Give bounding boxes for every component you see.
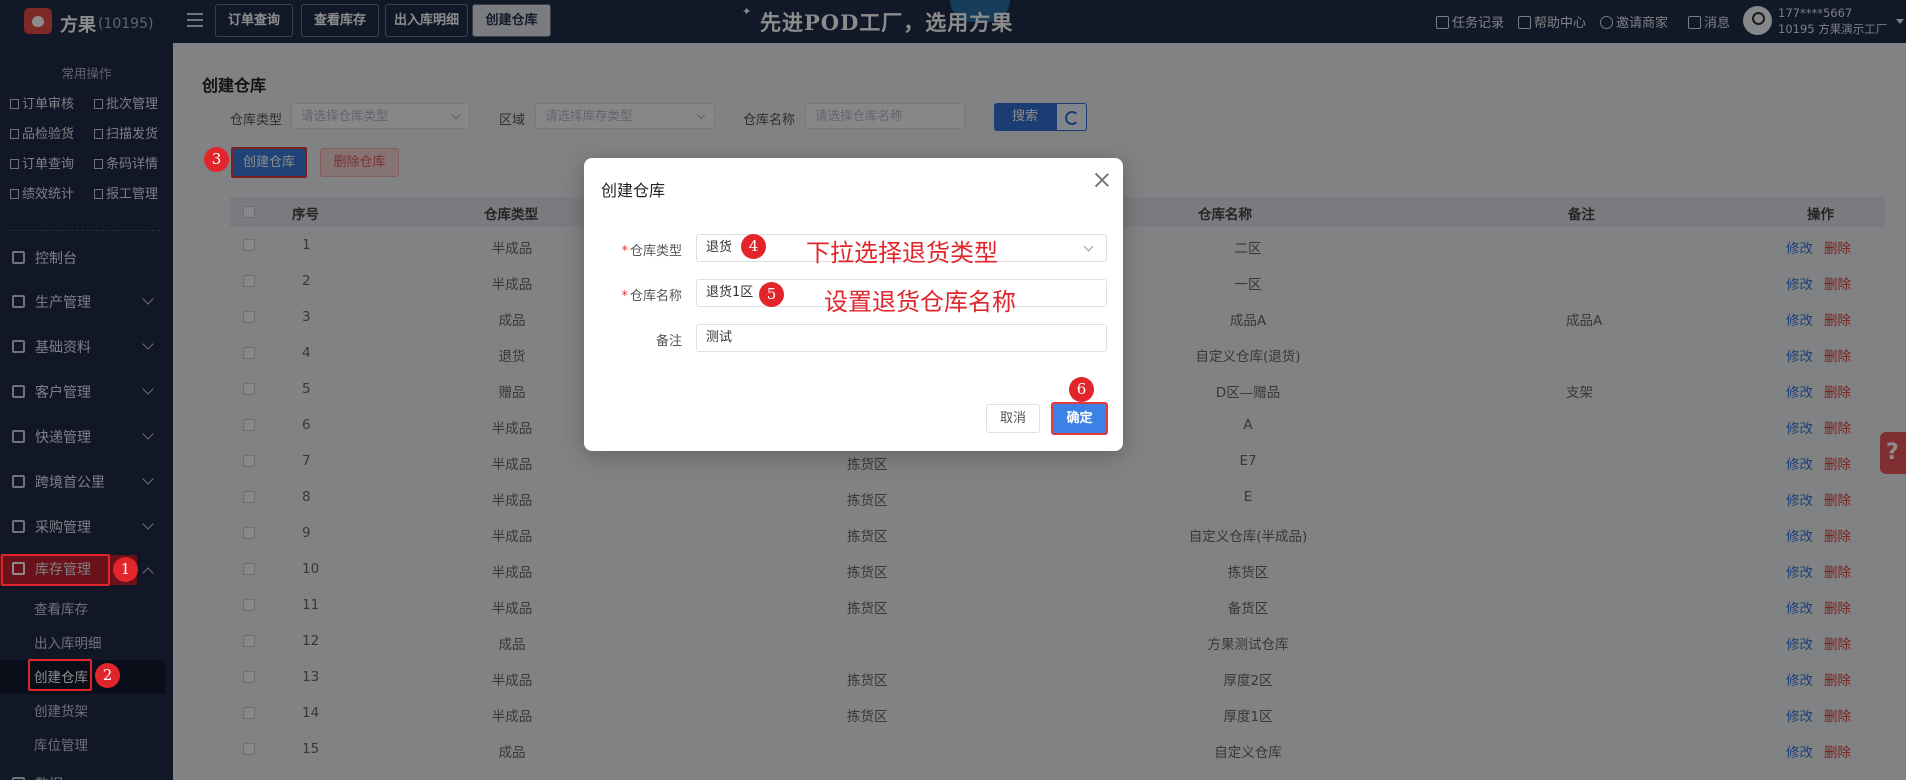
chevron-down-icon [1083, 241, 1094, 252]
annotation-text-4: 下拉选择退货类型 [806, 239, 998, 267]
dialog-type-label: * 仓库类型 [621, 244, 682, 259]
dialog-note-input[interactable]: 测试 [696, 324, 1107, 352]
annotation-badge-1: 1 [113, 557, 138, 582]
confirm-button[interactable]: 确定 [1051, 402, 1108, 435]
cancel-button[interactable]: 取消 [986, 404, 1040, 433]
annotation-badge-4: 4 [741, 234, 766, 259]
dialog-title: 创建仓库 [601, 181, 666, 200]
annotation-badge-6: 6 [1069, 377, 1094, 402]
annotation-box-create-warehouse [28, 659, 92, 691]
annotation-badge-5: 5 [759, 282, 784, 307]
close-icon[interactable] [1092, 170, 1112, 190]
annotation-box-inventory [1, 554, 110, 586]
dialog-name-label: * 仓库名称 [621, 289, 682, 304]
annotation-badge-2: 2 [95, 663, 120, 688]
annotation-text-5: 设置退货仓库名称 [824, 288, 1016, 316]
dialog-note-label: 备注 [655, 334, 682, 349]
annotation-badge-3: 3 [204, 147, 229, 172]
